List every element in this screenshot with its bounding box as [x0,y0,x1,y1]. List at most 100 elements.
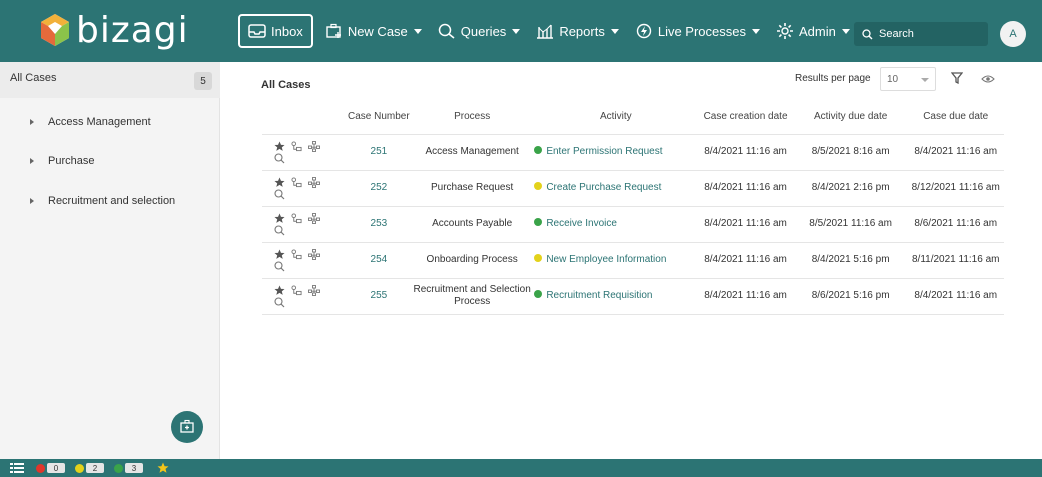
cases-table: Case Number Process Activity Case creati… [262,100,1004,315]
column-header-process[interactable]: Process [409,100,535,135]
eye-icon[interactable] [981,74,995,84]
nav-inbox[interactable]: Inbox [238,14,313,48]
row-actions [262,278,348,315]
activity-label: Recruitment Requisition [546,290,653,301]
table-row[interactable]: 251 Access Management Enter Permission R… [262,134,1004,171]
chevron-down-icon [921,78,929,82]
table-row[interactable]: 254 Onboarding Process New Employee Info… [262,242,1004,279]
activity-link[interactable]: New Employee Information [534,242,698,279]
inbox-icon [248,24,266,38]
results-per-page-value: 10 [887,73,899,85]
yellow-status-dot [75,463,84,473]
avatar[interactable]: A [1000,21,1026,47]
search-icon[interactable] [274,297,285,308]
case-creation-date-cell: 8/4/2021 11:16 am [697,134,794,171]
column-header-actions [262,100,348,135]
case-number-link[interactable]: 255 [347,278,410,315]
activity-link[interactable]: Enter Permission Request [534,134,698,171]
column-header-activity-due-date[interactable]: Activity due date [793,100,908,135]
activity-label: Receive Invoice [546,218,617,229]
search-icon[interactable] [274,225,285,236]
search-input[interactable]: Search [854,22,988,46]
sidebar: All Cases 5 Access Management Purchase R… [0,62,220,459]
activity-due-date-cell: 8/5/2021 11:16 am [793,206,908,243]
chevron-down-icon [610,28,619,34]
process-map-icon[interactable] [308,284,320,296]
column-header-activity[interactable]: Activity [534,100,698,135]
status-footer: 0 2 3 [0,459,1042,477]
search-placeholder: Search [879,28,914,40]
activity-link[interactable]: Recruitment Requisition [534,278,698,315]
case-number-link[interactable]: 253 [347,206,410,243]
table-row[interactable]: 255 Recruitment and Selection Process Re… [262,278,1004,315]
nav-admin[interactable]: Admin [768,14,858,48]
process-map-icon[interactable] [308,212,320,224]
on-time-cases-indicator[interactable]: 3 [114,463,143,473]
star-icon[interactable] [274,140,285,152]
table-row[interactable]: 252 Purchase Request Create Purchase Req… [262,170,1004,207]
nav-new-case-label: New Case [347,23,408,39]
table-header-row: Case Number Process Activity Case creati… [262,100,1004,135]
green-status-dot [114,463,123,473]
workflow-icon[interactable] [291,212,302,224]
table-row[interactable]: 253 Accounts Payable Receive Invoice 8/4… [262,206,1004,243]
chevron-down-icon [413,28,422,34]
overdue-cases-indicator[interactable]: 0 [36,463,65,473]
sidebar-header[interactable]: All Cases 5 [0,62,220,98]
column-header-case-due-date[interactable]: Case due date [907,100,1004,135]
activity-link[interactable]: Create Purchase Request [534,170,698,207]
star-icon[interactable] [274,212,285,224]
sidebar-item-recruitment[interactable]: Recruitment and selection [30,195,175,207]
workflow-icon[interactable] [291,284,302,296]
nav-live-processes[interactable]: Live Processes [627,14,768,48]
star-icon[interactable] [157,462,169,474]
case-due-date-cell: 8/11/2021 11:16 am [907,242,1004,279]
caret-right-icon [30,158,34,164]
sidebar-item-purchase[interactable]: Purchase [30,155,94,167]
status-dot [534,146,543,155]
sidebar-title: All Cases [10,72,57,84]
activity-label: Create Purchase Request [546,182,662,193]
activity-label: Enter Permission Request [546,146,663,157]
activity-label: New Employee Information [546,254,667,265]
nav-queries-label: Queries [460,23,507,39]
sidebar-item-access-management[interactable]: Access Management [30,116,151,128]
workflow-icon[interactable] [291,140,302,152]
nav-queries[interactable]: Queries [430,14,529,48]
workflow-icon[interactable] [291,248,302,260]
nav-new-case[interactable]: New Case [317,14,430,48]
search-icon[interactable] [274,153,285,164]
activity-link[interactable]: Receive Invoice [534,206,698,243]
workflow-icon[interactable] [291,176,302,188]
star-icon[interactable] [274,284,285,296]
on-time-count: 3 [125,463,143,473]
nav-admin-label: Admin [799,23,836,39]
case-number-link[interactable]: 251 [347,134,410,171]
new-case-fab-button[interactable] [171,411,203,443]
star-icon[interactable] [274,248,285,260]
filter-icon[interactable] [951,72,963,84]
star-icon[interactable] [274,176,285,188]
search-icon [862,28,873,39]
row-actions [262,242,348,279]
case-number-link[interactable]: 254 [347,242,410,279]
process-map-icon[interactable] [308,140,320,152]
process-cell: Accounts Payable [409,206,535,243]
bizagi-logo[interactable]: bizagi [40,10,189,51]
at-risk-cases-indicator[interactable]: 2 [75,463,104,473]
list-icon[interactable] [10,462,24,474]
process-cell: Purchase Request [409,170,535,207]
caret-right-icon [30,198,34,204]
column-header-case-creation-date[interactable]: Case creation date [697,100,794,135]
process-map-icon[interactable] [308,248,320,260]
gear-icon [777,23,793,39]
search-icon[interactable] [274,261,285,272]
case-creation-date-cell: 8/4/2021 11:16 am [697,278,794,315]
column-header-case-number[interactable]: Case Number [347,100,410,135]
case-number-link[interactable]: 252 [347,170,410,207]
case-due-date-cell: 8/12/2021 11:16 am [907,170,1004,207]
results-per-page-select[interactable]: 10 [880,67,936,91]
nav-reports[interactable]: Reports [528,14,627,48]
process-map-icon[interactable] [308,176,320,188]
search-icon[interactable] [274,189,285,200]
